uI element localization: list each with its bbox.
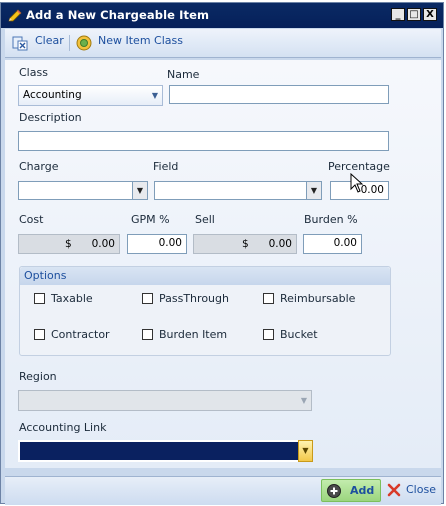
sell-currency: $ xyxy=(242,238,249,250)
sell-label: Sell xyxy=(195,213,215,226)
percentage-label: Percentage xyxy=(328,160,390,173)
close-window-button[interactable]: X xyxy=(423,8,437,21)
dialog-window: Add a New Chargeable Item _ □ X Clear Ne… xyxy=(0,2,444,505)
close-label: Close xyxy=(406,483,436,496)
cost-value: 0.00 xyxy=(91,238,115,250)
burden-item-checkbox[interactable] xyxy=(142,329,153,340)
class-select[interactable]: Accounting ▼ xyxy=(18,85,163,106)
region-select[interactable]: ▼ xyxy=(18,390,312,411)
close-button[interactable]: Close xyxy=(385,479,441,502)
taxable-checkbox[interactable] xyxy=(34,293,45,304)
burden-input[interactable]: 0.00 xyxy=(303,234,362,254)
options-header: Options xyxy=(20,267,390,285)
passthrough-checkbox[interactable] xyxy=(142,293,153,304)
gpm-input[interactable]: 0.00 xyxy=(127,234,187,254)
accounting-link-select[interactable] xyxy=(18,440,313,462)
contractor-checkbox[interactable] xyxy=(34,329,45,340)
description-input[interactable] xyxy=(18,131,389,151)
options-title: Options xyxy=(24,269,67,282)
cost-label: Cost xyxy=(19,213,44,226)
add-label: Add xyxy=(350,484,375,497)
add-button[interactable]: Add xyxy=(321,479,381,502)
mouse-cursor-icon xyxy=(350,173,364,193)
description-label: Description xyxy=(19,111,82,124)
charge-select[interactable]: ▼ xyxy=(18,181,148,200)
accounting-link-label: Accounting Link xyxy=(19,421,107,434)
close-icon xyxy=(387,483,401,497)
footer-bar: Add Close xyxy=(5,476,441,505)
add-icon xyxy=(327,484,341,498)
name-label: Name xyxy=(167,68,200,81)
contractor-label: Contractor xyxy=(51,328,110,341)
charge-label: Charge xyxy=(19,160,59,173)
bucket-checkbox[interactable] xyxy=(263,329,274,340)
chevron-down-icon[interactable]: ▼ xyxy=(132,182,147,199)
new-item-class-label: New Item Class xyxy=(98,34,183,47)
burden-item-label: Burden Item xyxy=(159,328,228,341)
clear-icon xyxy=(12,36,28,51)
window-title: Add a New Chargeable Item xyxy=(26,8,210,22)
bucket-label: Bucket xyxy=(280,328,318,341)
region-label: Region xyxy=(19,370,57,383)
options-group: Options Taxable PassThrough Reimbursable… xyxy=(19,266,391,356)
toolbar: Clear New Item Class xyxy=(5,29,441,58)
clear-button[interactable]: Clear xyxy=(11,34,65,52)
reimbursable-checkbox[interactable] xyxy=(263,293,274,304)
form-panel: Class Accounting ▼ Name Description Char… xyxy=(5,60,441,468)
chevron-down-icon: ▼ xyxy=(151,91,158,100)
gpm-label: GPM % xyxy=(131,213,170,226)
burden-label: Burden % xyxy=(304,213,358,226)
cost-field: $ 0.00 xyxy=(18,234,120,254)
sell-value: 0.00 xyxy=(268,238,292,250)
reimbursable-label: Reimbursable xyxy=(280,292,356,305)
class-label: Class xyxy=(19,66,48,79)
chevron-down-icon: ▼ xyxy=(300,396,307,405)
chevron-down-icon[interactable]: ▼ xyxy=(306,182,321,199)
minimize-button[interactable]: _ xyxy=(391,8,405,21)
item-class-icon xyxy=(76,35,92,51)
pencil-icon xyxy=(8,9,22,22)
class-select-value: Accounting xyxy=(23,89,82,101)
field-label: Field xyxy=(153,160,179,173)
maximize-button[interactable]: □ xyxy=(407,8,421,21)
passthrough-label: PassThrough xyxy=(159,292,229,305)
field-select[interactable]: ▼ xyxy=(154,181,322,200)
new-item-class-button[interactable]: New Item Class xyxy=(75,34,185,52)
clear-label: Clear xyxy=(35,34,64,47)
chevron-down-icon[interactable]: ▼ xyxy=(298,440,313,462)
sell-field: $ 0.00 xyxy=(193,234,297,254)
cost-currency: $ xyxy=(65,238,72,250)
name-input[interactable] xyxy=(169,85,389,104)
taxable-label: Taxable xyxy=(51,292,93,305)
title-bar[interactable]: Add a New Chargeable Item _ □ X xyxy=(1,3,443,28)
toolbar-separator xyxy=(69,35,70,51)
